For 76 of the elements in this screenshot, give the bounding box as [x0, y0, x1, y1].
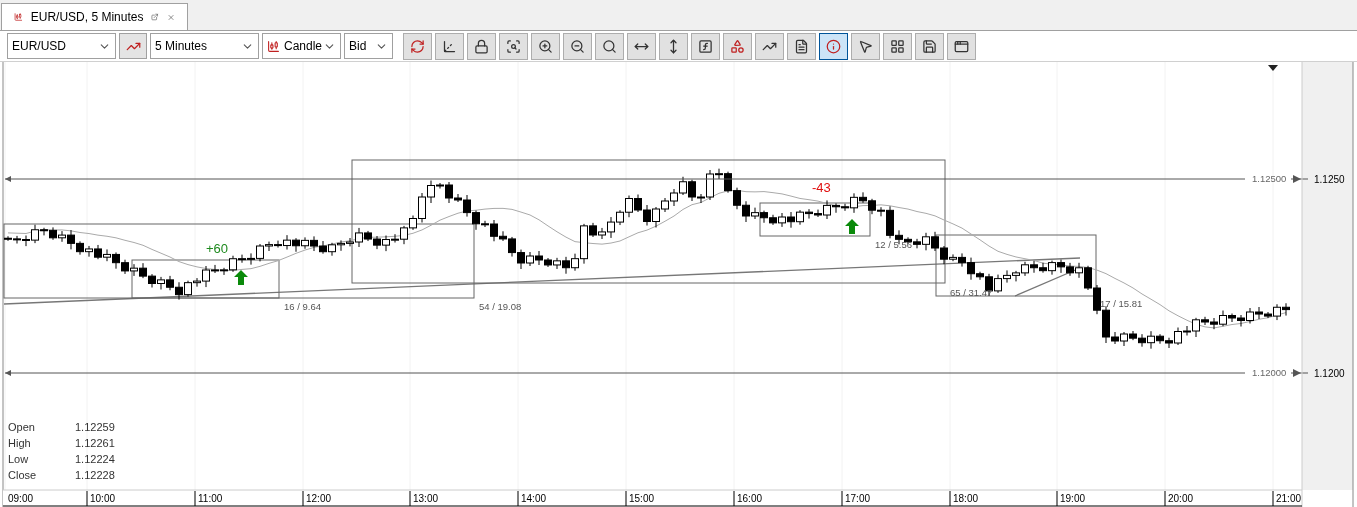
info-button[interactable]	[819, 32, 848, 60]
level-arrow-icon	[1290, 369, 1309, 377]
save-button[interactable]	[915, 32, 944, 60]
time-axis-label: 10:00	[90, 493, 116, 504]
document-icon	[794, 38, 809, 54]
shapes-button[interactable]	[723, 32, 752, 60]
palette-button[interactable]	[883, 32, 912, 60]
refresh-icon	[410, 38, 425, 54]
box-stats-label: 54 / 19.08	[479, 301, 522, 312]
lock-icon	[474, 38, 489, 54]
trade-result-label: -43	[812, 180, 831, 195]
level-label: 1.12000	[1252, 367, 1287, 378]
crosshair-button[interactable]	[851, 32, 880, 60]
box-stats-label: 16 / 9.64	[284, 301, 321, 312]
time-axis-label: 12:00	[306, 493, 332, 504]
axis-icon	[442, 38, 457, 54]
notes-button[interactable]	[787, 32, 816, 60]
lock-button[interactable]	[467, 32, 496, 60]
vertical-scale-button[interactable]	[659, 32, 688, 60]
save-icon	[922, 38, 937, 54]
ohlc-label: High	[8, 437, 31, 449]
collapse-triangle-icon[interactable]	[1268, 65, 1278, 71]
zoom-out-icon	[570, 38, 585, 54]
ohlc-label: Close	[8, 469, 37, 481]
indicators-button[interactable]	[691, 32, 720, 60]
time-axis-label: 11:00	[198, 493, 223, 504]
time-axis-label: 21:00	[1276, 493, 1302, 504]
buy-arrow-icon	[845, 219, 859, 234]
pointer-icon	[858, 38, 873, 54]
zoom-in-icon	[538, 38, 553, 54]
grid-icon	[890, 38, 905, 54]
time-axis-label: 20:00	[1168, 493, 1194, 504]
zoom-fit-icon	[506, 38, 521, 54]
time-axis-label: 18:00	[953, 493, 979, 504]
level-label: 1.12500	[1252, 173, 1287, 184]
time-axis-label: 13:00	[413, 493, 439, 504]
info-icon	[826, 38, 841, 54]
candle-icon	[267, 39, 280, 53]
zoom-in-button[interactable]	[531, 32, 560, 60]
zoom-out-button[interactable]	[563, 32, 592, 60]
trade-result-label: +60	[206, 241, 229, 256]
time-axis-label: 17:00	[845, 493, 871, 504]
time-axis-label: 09:00	[8, 493, 34, 504]
time-axis-label: 19:00	[1060, 493, 1086, 504]
zoom-fit-button[interactable]	[499, 32, 528, 60]
zoom-area-button[interactable]	[595, 32, 624, 60]
function-icon	[698, 38, 713, 54]
time-axis-label: 16:00	[737, 493, 763, 504]
ohlc-value: 1.12224	[75, 453, 115, 465]
trend-button[interactable]	[755, 32, 784, 60]
layout-button[interactable]	[947, 32, 976, 60]
ohlc-label: Low	[8, 453, 29, 465]
ohlc-label: Open	[8, 421, 35, 433]
window-icon	[954, 38, 969, 54]
ohlc-value: 1.12261	[75, 437, 115, 449]
refresh-button[interactable]	[403, 32, 432, 60]
axis-button[interactable]	[435, 32, 464, 60]
level-arrow-icon	[1290, 175, 1309, 183]
period-dropdown[interactable]: 5 Minutes	[150, 33, 259, 60]
ohlc-value: 1.12228	[75, 469, 115, 481]
time-axis-label: 14:00	[521, 493, 547, 504]
price-side-dropdown[interactable]: Bid	[344, 33, 393, 60]
price-axis-label: 1.1250	[1314, 174, 1345, 185]
tab-title: EUR/USD, 5 Minutes	[30, 9, 144, 27]
time-axis-label: 15:00	[629, 493, 655, 504]
instrument-dropdown[interactable]: EUR/USD	[7, 33, 116, 60]
search-icon	[602, 38, 617, 54]
shapes-icon	[730, 38, 745, 54]
buy-arrow-icon	[234, 270, 248, 285]
horizontal-scale-button[interactable]	[627, 32, 656, 60]
chart-type-dropdown[interactable]: Candle	[262, 33, 341, 60]
chart-tab[interactable]: EUR/USD, 5 Minutes	[1, 3, 188, 31]
ohlc-value: 1.12259	[75, 421, 115, 433]
box-stats-label: 12 / 5.56	[875, 239, 912, 250]
add-indicator-button[interactable]	[119, 33, 147, 60]
price-axis-label: 1.1200	[1314, 368, 1345, 379]
